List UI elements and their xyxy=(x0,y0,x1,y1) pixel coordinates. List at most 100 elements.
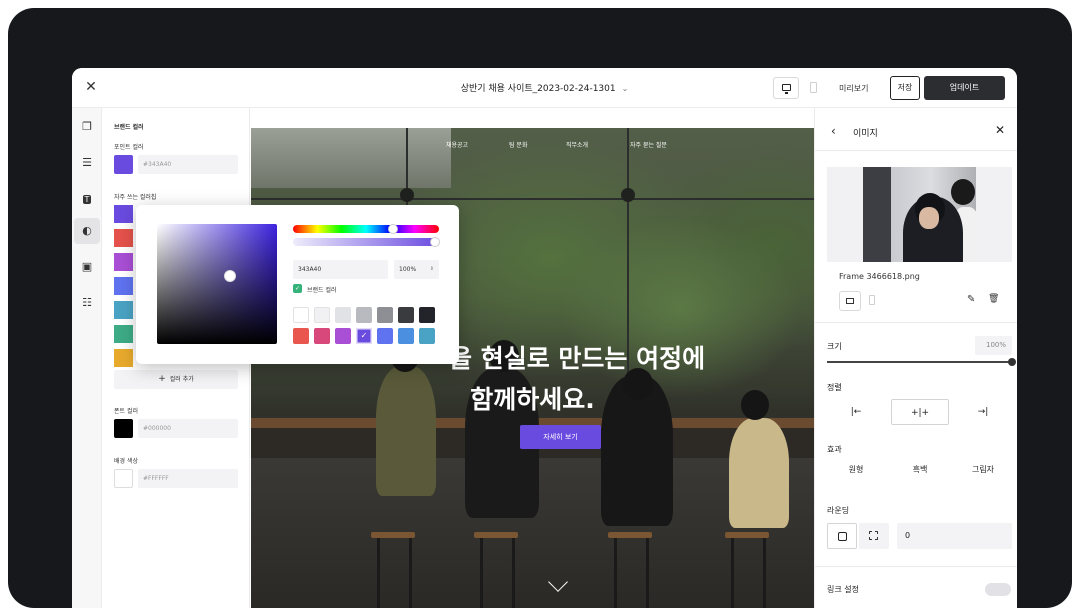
file-name: Frame 3466618.png xyxy=(839,272,920,281)
list-icon[interactable]: ☰ xyxy=(79,156,95,170)
rounding-all-button[interactable] xyxy=(827,523,857,549)
favorite-swatch[interactable] xyxy=(114,229,133,247)
favorite-colors-label: 자주 쓰는 컬러칩 xyxy=(114,194,157,201)
panel-title: 이미지 xyxy=(853,129,878,139)
back-icon[interactable]: ‹ xyxy=(831,124,836,138)
align-right-button[interactable]: →| xyxy=(954,399,1012,425)
preset-swatch[interactable] xyxy=(398,328,414,344)
learn-more-button[interactable]: 자세히 보기 xyxy=(520,425,601,449)
hero-headline-line2: 함께하세요. xyxy=(470,385,595,414)
preset-swatch[interactable] xyxy=(314,307,330,323)
pages-icon[interactable]: ❐ xyxy=(79,120,95,134)
trash-icon[interactable]: 🗑 xyxy=(988,294,999,304)
preset-swatch[interactable] xyxy=(293,328,309,344)
image-settings-panel: ‹ 이미지 ✕ Frame 3466618.png ✎ 🗑 크기 100% 정렬… xyxy=(814,108,1017,608)
theme-icon[interactable]: ◐ xyxy=(74,218,100,244)
preset-swatch[interactable] xyxy=(356,307,372,323)
save-button[interactable]: 저장 xyxy=(890,76,920,100)
document-title-text: 상반기 채용 사이트_2023-02-24-1301 xyxy=(460,84,616,94)
opacity-input[interactable]: 100% ⇕ xyxy=(394,260,439,279)
size-slider-handle[interactable] xyxy=(1008,358,1016,366)
desktop-icon xyxy=(782,84,791,94)
hero-nav-jobs[interactable]: 채용공고 xyxy=(446,140,468,149)
favorite-swatch[interactable] xyxy=(114,325,133,343)
opacity-slider[interactable] xyxy=(293,238,439,246)
align-center-button[interactable]: +|+ xyxy=(891,399,949,425)
effect-shadow-button[interactable]: 그림자 xyxy=(954,464,1012,475)
close-icon[interactable]: ✕ xyxy=(995,123,1005,137)
preset-swatch[interactable] xyxy=(419,328,435,344)
effect-circle-button[interactable]: 원형 xyxy=(827,464,885,475)
hero-nav-culture[interactable]: 팀 문화 xyxy=(509,140,527,149)
favorite-swatch[interactable] xyxy=(114,277,133,295)
preset-swatch[interactable] xyxy=(419,307,435,323)
link-toggle[interactable] xyxy=(985,583,1011,596)
corners-icon xyxy=(869,531,878,540)
favorite-swatch[interactable] xyxy=(114,253,133,271)
align-left-button[interactable]: |← xyxy=(827,399,885,425)
edit-icon[interactable]: ✎ xyxy=(967,294,975,305)
hex-input[interactable]: 343A40 xyxy=(293,260,388,279)
layout-icon[interactable]: ☷ xyxy=(79,296,95,310)
favorite-swatch[interactable] xyxy=(114,349,133,367)
opacity-slider-handle[interactable] xyxy=(430,237,440,247)
brand-color-checkbox-label: 브랜드 컬러 xyxy=(307,287,337,294)
hero-nav-faq[interactable]: 자주 묻는 질문 xyxy=(630,140,667,149)
desktop-icon xyxy=(846,298,854,304)
hero-nav-roles[interactable]: 직무소개 xyxy=(566,140,588,149)
brand-color-checkbox[interactable]: ✓ xyxy=(293,284,302,293)
image-thumbnail[interactable] xyxy=(863,167,976,262)
background-color-label: 배경 색상 xyxy=(114,458,138,465)
square-icon xyxy=(838,532,847,541)
text-icon[interactable]: T xyxy=(79,192,95,206)
color-picker-popover: 343A40 100% ⇕ ✓ 브랜드 컬러 ✓ xyxy=(136,205,459,364)
font-color-swatch[interactable] xyxy=(114,419,133,438)
preset-swatch[interactable] xyxy=(335,328,351,344)
hue-slider-handle[interactable] xyxy=(388,224,398,234)
preset-swatch[interactable]: ✓ xyxy=(356,328,372,344)
background-color-input[interactable]: #FFFFFF xyxy=(138,469,238,488)
mobile-view-button[interactable] xyxy=(869,295,875,305)
mobile-view-button[interactable] xyxy=(810,82,817,93)
size-label: 크기 xyxy=(827,342,842,351)
preview-button[interactable]: 미리보기 xyxy=(839,83,868,94)
document-title[interactable]: 상반기 채용 사이트_2023-02-24-1301 ⌄ xyxy=(72,81,1017,94)
size-input[interactable]: 100% xyxy=(975,336,1012,355)
hue-slider[interactable] xyxy=(293,225,439,233)
saturation-value-area[interactable] xyxy=(157,224,277,344)
add-color-button[interactable]: + 컬러 추가 xyxy=(114,370,238,389)
point-color-label: 포인트 컬러 xyxy=(114,144,144,151)
tool-rail: ❐ ☰ T ◐ ▣ ☷ xyxy=(72,108,102,608)
point-color-swatch[interactable] xyxy=(114,155,133,174)
background-color-swatch[interactable] xyxy=(114,469,133,488)
align-label: 정렬 xyxy=(827,383,842,392)
preset-swatch[interactable] xyxy=(398,307,414,323)
plus-icon: + xyxy=(158,374,166,384)
effect-label: 효과 xyxy=(827,445,842,454)
rounding-each-button[interactable] xyxy=(859,523,889,549)
rounding-input[interactable]: 0 xyxy=(897,523,1012,549)
preset-swatch[interactable] xyxy=(314,328,330,344)
size-slider[interactable] xyxy=(827,361,1012,363)
top-bar: ✕ 상반기 채용 사이트_2023-02-24-1301 ⌄ 미리보기 저장 업데… xyxy=(72,68,1017,108)
link-settings-label: 링크 설정 xyxy=(827,585,859,594)
favorite-swatch[interactable] xyxy=(114,205,133,223)
update-button[interactable]: 업데이트 xyxy=(924,76,1005,100)
desktop-view-button[interactable] xyxy=(839,291,861,311)
saturation-value-handle[interactable] xyxy=(224,270,236,282)
preset-swatch[interactable] xyxy=(335,307,351,323)
hero-preview[interactable]: 채용공고 팀 문화 직무소개 자주 묻는 질문 을 현실로 만드는 여정에 함께… xyxy=(251,128,814,608)
stepper-icon[interactable]: ⇕ xyxy=(430,260,434,279)
favorite-swatch[interactable] xyxy=(114,301,133,319)
preset-swatch[interactable] xyxy=(377,328,393,344)
chevron-down-icon[interactable]: ⌄ xyxy=(622,84,629,93)
desktop-view-button[interactable] xyxy=(773,77,799,99)
preset-swatch[interactable] xyxy=(377,307,393,323)
image-icon[interactable]: ▣ xyxy=(79,260,95,274)
hero-ceiling xyxy=(251,128,451,188)
font-color-label: 폰트 컬러 xyxy=(114,408,138,415)
point-color-input[interactable]: #343A40 xyxy=(138,155,238,174)
font-color-input[interactable]: #000000 xyxy=(138,419,238,438)
effect-grayscale-button[interactable]: 흑백 xyxy=(891,464,949,475)
preset-swatch[interactable] xyxy=(293,307,309,323)
